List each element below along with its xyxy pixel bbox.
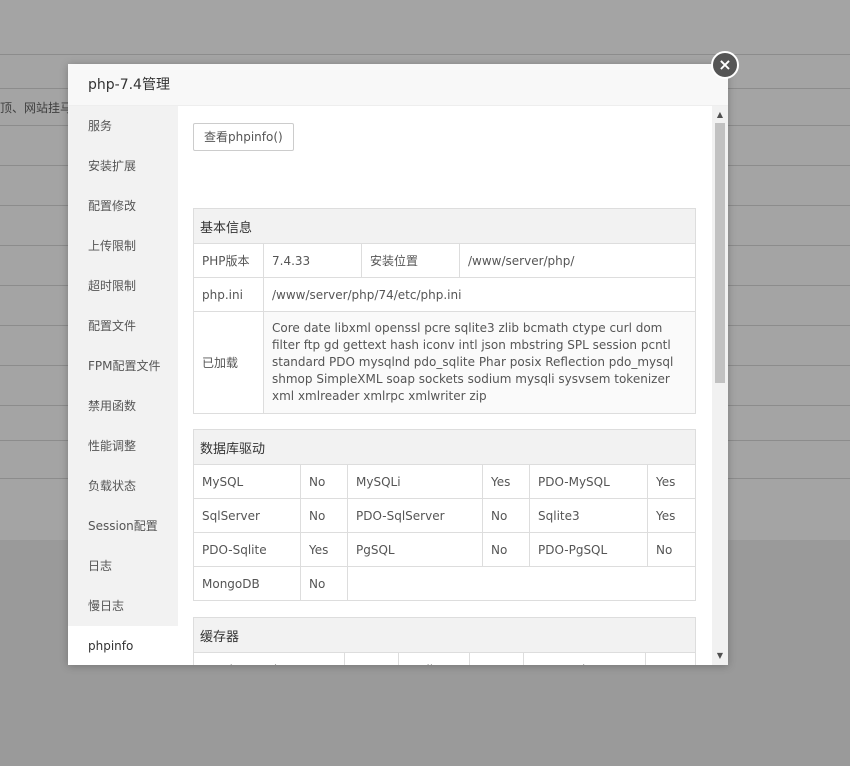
driver-name: MongoDB <box>193 566 301 601</box>
driver-name: Redis <box>398 652 470 665</box>
view-phpinfo-button[interactable]: 查看phpinfo() <box>193 123 294 151</box>
basic-info-table: 基本信息 PHP版本 7.4.33 安装位置 /www/server/php/ … <box>193 208 696 414</box>
driver-status: Yes <box>647 464 696 499</box>
driver-status: Yes <box>647 498 696 533</box>
phpini-label: php.ini <box>193 277 264 312</box>
scroll-up-arrow-icon[interactable]: ▲ <box>712 108 728 122</box>
driver-name: MySQLi <box>347 464 483 499</box>
php-version-value: 7.4.33 <box>263 243 362 278</box>
php-manager-dialog: php-7.4管理 服务 安装扩展 配置修改 上传限制 超时限制 配置文件 FPM配置文件禁… <box>68 64 728 665</box>
driver-name: SqlServer <box>193 498 301 533</box>
driver-name: PgSQL <box>347 532 483 567</box>
driver-status: No <box>647 532 696 567</box>
close-icon[interactable]: × <box>711 51 739 79</box>
empty-cell <box>347 566 696 601</box>
driver-status: No <box>300 464 348 499</box>
sidebar-item[interactable]: 上传限制 <box>68 226 178 266</box>
php-version-label: PHP版本 <box>193 243 264 278</box>
cache-table: 缓存器 Zend OPcacheNoRedisNoMemcacheNoMemca… <box>193 617 696 665</box>
sidebar-item[interactable]: 日志 <box>68 546 178 586</box>
database-drivers-header: 数据库驱动 <box>193 429 696 465</box>
content-scrollbar[interactable]: ▲ ▼ <box>712 106 728 665</box>
basic-info-header: 基本信息 <box>193 208 696 244</box>
driver-name: PDO-Sqlite <box>193 532 301 567</box>
sidebar-item[interactable]: FPM配置文件 <box>68 346 178 386</box>
driver-status: Yes <box>300 532 348 567</box>
driver-name: Zend OPcache <box>193 652 345 665</box>
sidebar-item[interactable]: Session配置 <box>68 506 178 546</box>
driver-name: MySQL <box>193 464 301 499</box>
sidebar: 服务 安装扩展 配置修改 上传限制 超时限制 配置文件 FPM配置文件 禁用函数 性能调整 负载状… <box>68 106 178 665</box>
dialog-title: php-7.4管理 <box>68 64 728 106</box>
sidebar-item[interactable]: 服务 <box>68 106 178 146</box>
sidebar-item[interactable]: 配置文件 <box>68 306 178 346</box>
driver-status: Yes <box>482 464 530 499</box>
driver-name: Memcache <box>523 652 646 665</box>
sidebar-item[interactable]: phpinfo <box>68 626 178 665</box>
phpinfo-panel: 查看phpinfo() 基本信息 PHP版本 7.4.33 安装位置 /www/… <box>178 106 712 665</box>
scroll-down-arrow-icon[interactable]: ▼ <box>712 649 728 663</box>
sidebar-item[interactable]: 配置修改 <box>68 186 178 226</box>
driver-status: No <box>645 652 696 665</box>
driver-status: No <box>300 566 348 601</box>
sidebar-item[interactable]: 禁用函数 <box>68 386 178 426</box>
scroll-thumb[interactable] <box>715 123 725 383</box>
loaded-extensions: Core date libxml openssl pcre sqlite3 zl… <box>263 311 696 414</box>
sidebar-item[interactable]: 安装扩展 <box>68 146 178 186</box>
driver-status: No <box>482 498 530 533</box>
driver-name: PDO-MySQL <box>529 464 648 499</box>
table-row: SqlServer No PDO-SqlServer No Sqlite3 Yes <box>193 498 696 533</box>
sidebar-item[interactable]: 负载状态 <box>68 466 178 506</box>
sidebar-item[interactable]: 超时限制 <box>68 266 178 306</box>
database-drivers-table: 数据库驱动 MySQL No MySQLi Yes PDO-MySQL Yes SqlSer… <box>193 429 696 601</box>
sidebar-item[interactable]: 慢日志 <box>68 586 178 626</box>
install-location-value: /www/server/php/ <box>459 243 696 278</box>
phpini-path: /www/server/php/74/etc/php.ini <box>263 277 696 312</box>
loaded-label: 已加载 <box>193 311 264 414</box>
install-location-label: 安装位置 <box>361 243 460 278</box>
sidebar-item[interactable]: 性能调整 <box>68 426 178 466</box>
driver-status: No <box>344 652 399 665</box>
table-row: PDO-Sqlite Yes PgSQL No PDO-PgSQL No <box>193 532 696 567</box>
table-row: MySQL No MySQLi Yes PDO-MySQL Yes <box>193 464 696 499</box>
driver-name: Sqlite3 <box>529 498 648 533</box>
table-row: MongoDB No <box>193 566 696 601</box>
cache-header: 缓存器 <box>193 617 696 653</box>
driver-name: PDO-SqlServer <box>347 498 483 533</box>
driver-status: No <box>300 498 348 533</box>
driver-status: No <box>469 652 524 665</box>
driver-name: PDO-PgSQL <box>529 532 648 567</box>
table-row: Zend OPcacheNoRedisNoMemcacheNo <box>193 652 696 665</box>
driver-status: No <box>482 532 530 567</box>
